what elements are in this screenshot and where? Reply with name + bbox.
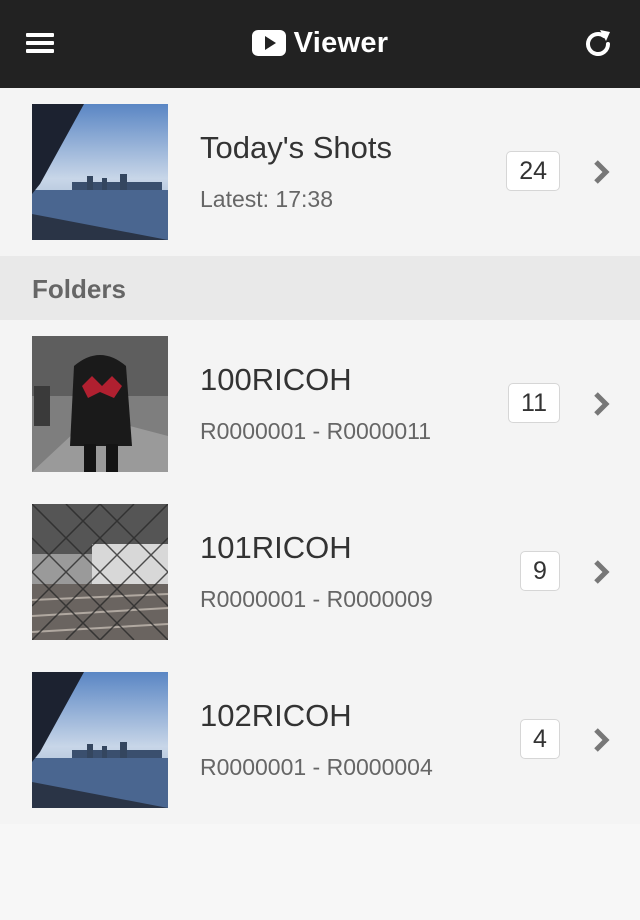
- folder-row[interactable]: 101RICOH R0000001 - R0000009 9: [0, 488, 640, 656]
- folder-name: 101RICOH: [200, 530, 352, 565]
- folder-thumbnail: [32, 504, 168, 640]
- folder-name: 102RICOH: [200, 698, 352, 733]
- folder-name: 100RICOH: [200, 362, 352, 397]
- folder-thumbnail: [32, 336, 168, 472]
- folder-range: R0000001 - R0000009: [200, 586, 433, 612]
- app-header: Viewer: [0, 0, 640, 88]
- folders-section-header: Folders: [0, 256, 640, 320]
- chevron-right-icon: [594, 728, 610, 752]
- count-badge: 4: [520, 719, 560, 759]
- todays-shots-latest: Latest: 17:38: [200, 186, 333, 212]
- play-button-icon: [251, 30, 286, 56]
- folder-thumbnail: [32, 672, 168, 808]
- count-badge: 11: [508, 383, 560, 423]
- folder-range: R0000001 - R0000004: [200, 754, 433, 780]
- app-title: Viewer: [0, 27, 640, 60]
- count-badge: 24: [506, 151, 560, 191]
- chevron-right-icon: [594, 560, 610, 584]
- section-label: Folders: [32, 274, 126, 304]
- refresh-icon: [586, 30, 610, 56]
- todays-shots-title: Today's Shots: [200, 130, 393, 165]
- app-title-text: Viewer: [293, 27, 389, 59]
- folder-row[interactable]: 100RICOH R0000001 - R0000011 11: [0, 320, 640, 488]
- chevron-right-icon: [594, 160, 610, 184]
- folder-row[interactable]: 102RICOH R0000001 - R0000004 4: [0, 656, 640, 824]
- refresh-button[interactable]: [578, 24, 618, 64]
- todays-shots-row[interactable]: Today's Shots Latest: 17:38 24: [0, 88, 640, 256]
- todays-shots-thumbnail: [32, 104, 168, 240]
- folder-range: R0000001 - R0000011: [200, 418, 432, 444]
- count-badge: 9: [520, 551, 560, 591]
- chevron-right-icon: [594, 392, 610, 416]
